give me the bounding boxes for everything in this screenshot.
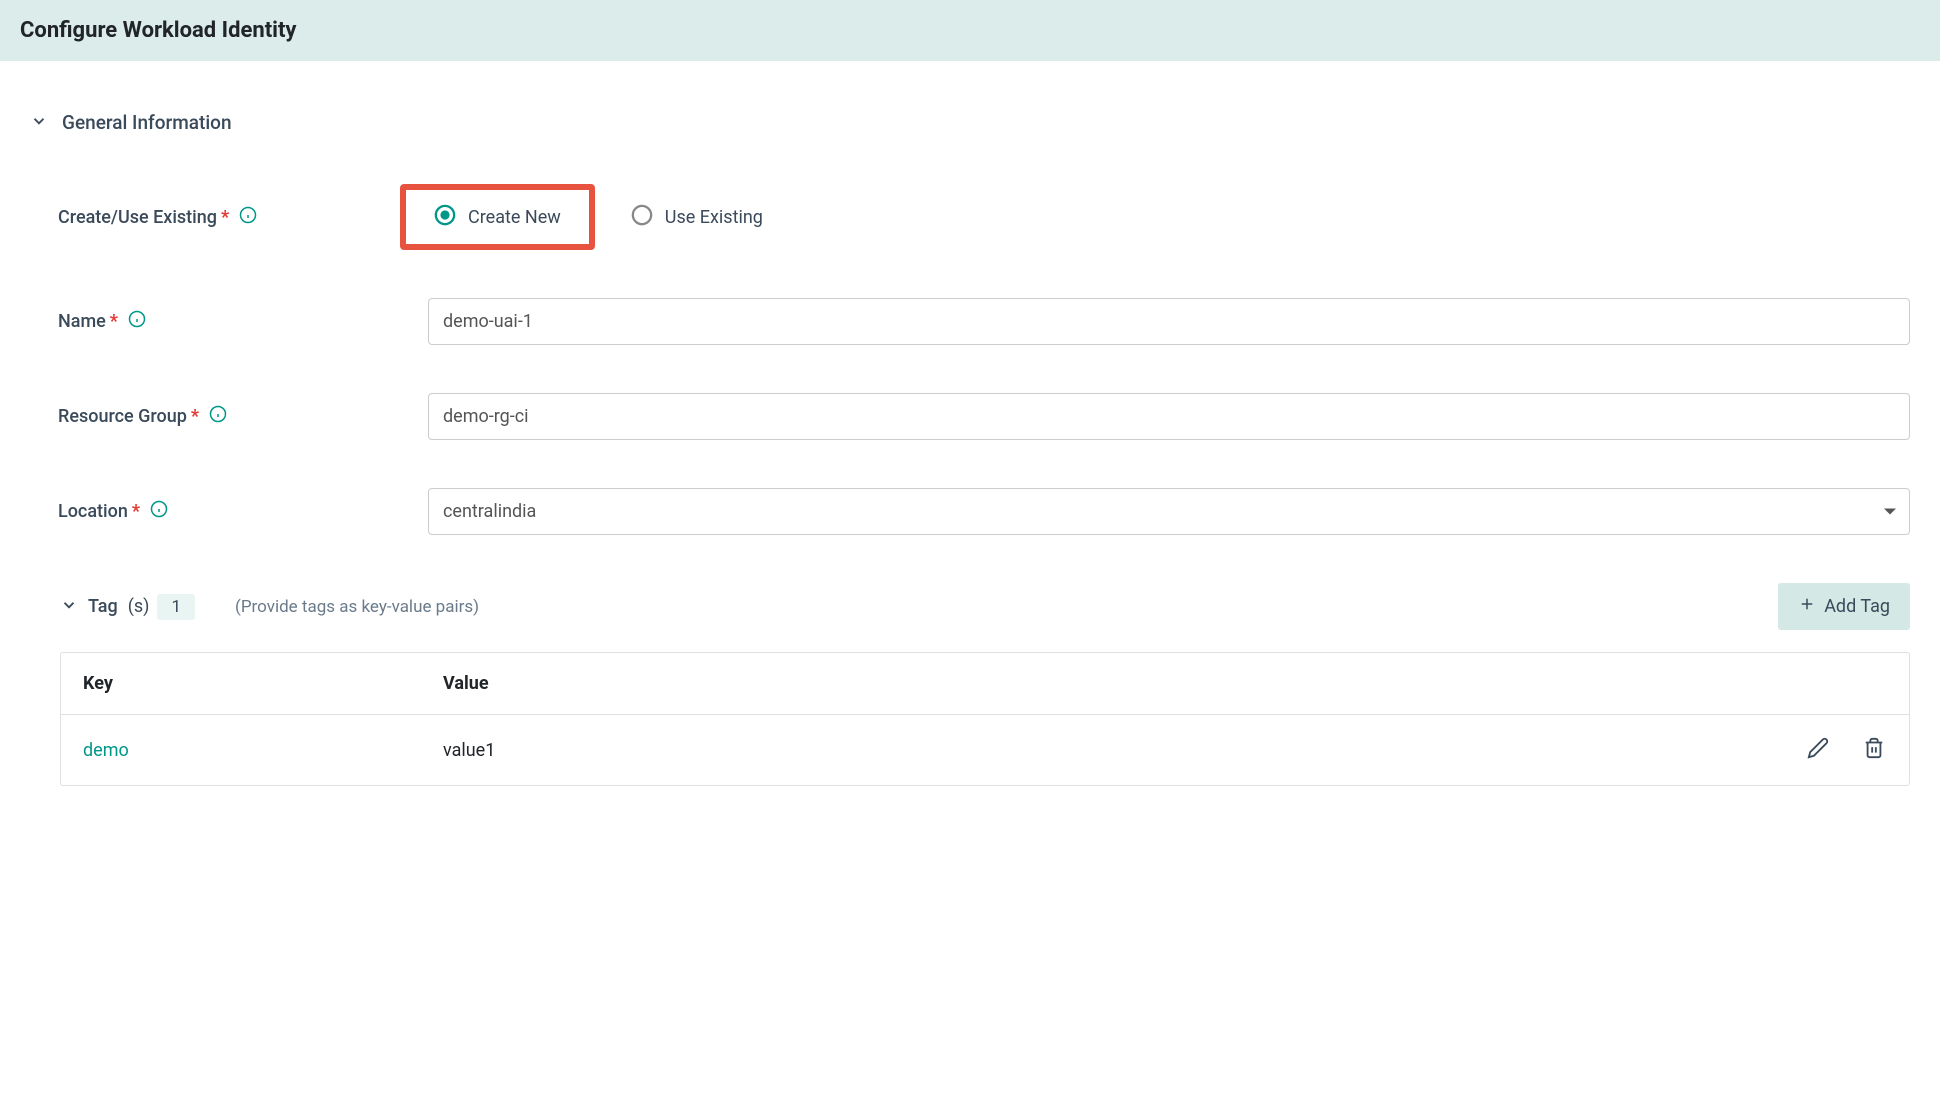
radio-selected-icon [434, 204, 456, 230]
radio-use-existing[interactable]: Use Existing [631, 204, 763, 230]
tag-table: Key Value demo value1 [60, 652, 1910, 786]
tag-title: Tag [88, 596, 118, 617]
location-select[interactable] [428, 488, 1910, 535]
table-row: demo value1 [61, 715, 1909, 785]
info-icon[interactable] [128, 310, 146, 333]
radio-unselected-icon [631, 204, 653, 230]
tag-hint: (Provide tags as key-value pairs) [235, 597, 479, 617]
resource-group-input[interactable] [428, 393, 1910, 440]
chevron-down-icon[interactable] [60, 596, 78, 618]
plus-icon [1798, 595, 1816, 618]
edit-button[interactable] [1805, 735, 1831, 765]
section-header-general[interactable]: General Information [30, 111, 1910, 134]
col-header-key: Key [83, 673, 443, 694]
create-use-label: Create/Use Existing* [58, 206, 428, 229]
page-title: Configure Workload Identity [0, 0, 1940, 61]
location-label: Location* [58, 500, 428, 523]
name-label: Name* [58, 310, 428, 333]
tag-key-cell[interactable]: demo [83, 740, 443, 761]
tag-table-header: Key Value [61, 653, 1909, 715]
add-tag-button[interactable]: Add Tag [1778, 583, 1910, 630]
section-title: General Information [62, 111, 232, 134]
chevron-down-icon [30, 112, 48, 134]
trash-icon [1863, 748, 1885, 763]
tag-count-badge: 1 [157, 594, 195, 620]
info-icon[interactable] [209, 405, 227, 428]
add-tag-label: Add Tag [1824, 596, 1890, 617]
radio-create-new[interactable]: Create New [400, 184, 595, 250]
delete-button[interactable] [1861, 735, 1887, 765]
name-input[interactable] [428, 298, 1910, 345]
radio-label: Create New [468, 207, 561, 228]
edit-icon [1807, 748, 1829, 763]
tag-suffix: (s) [128, 596, 150, 617]
info-icon[interactable] [150, 500, 168, 523]
info-icon[interactable] [239, 206, 257, 229]
tag-value-cell: value1 [443, 740, 1805, 761]
resource-group-label: Resource Group* [58, 405, 428, 428]
radio-label: Use Existing [665, 207, 763, 228]
col-header-value: Value [443, 673, 1887, 694]
